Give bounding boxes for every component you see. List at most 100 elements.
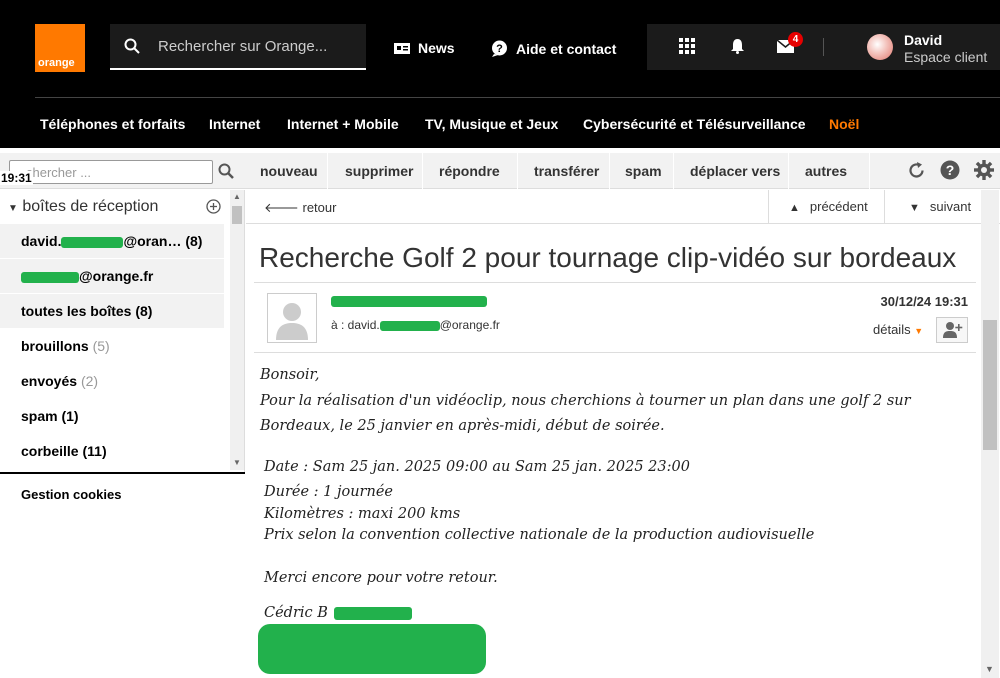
scroll-down-arrow-icon[interactable]: ▼ [985, 664, 994, 674]
gear-icon[interactable] [974, 160, 994, 180]
user-space-link[interactable]: Espace client [904, 49, 987, 65]
user-name[interactable]: David [904, 32, 942, 48]
orange-logo[interactable]: orange [35, 24, 85, 72]
spam-button[interactable]: spam [611, 153, 674, 189]
person-placeholder-icon [276, 303, 308, 340]
scroll-down-arrow-icon[interactable]: ▼ [233, 458, 241, 467]
folder-drafts[interactable]: brouillons (5) [0, 329, 224, 363]
nav-tv[interactable]: TV, Musique et Jeux [425, 116, 558, 132]
nav-noel[interactable]: Noël [829, 116, 859, 132]
chevron-up-icon: ▲ [789, 202, 800, 214]
divider [254, 352, 976, 353]
signature-redaction [334, 607, 412, 620]
next-label: suivant [929, 199, 972, 214]
help-bubble-icon: ? [492, 40, 507, 57]
mailbox-label-domain: @orange.fr [79, 268, 154, 284]
divider [35, 97, 1000, 98]
details-label: détails [873, 322, 911, 337]
nav-internet[interactable]: Internet [209, 116, 260, 132]
message-subject: Recherche Golf 2 pour tournage clip-vidé… [259, 242, 957, 273]
chevron-down-icon: ▼ [909, 202, 920, 214]
mailbox-david[interactable]: david. @oran… (8) [0, 224, 224, 258]
reply-button[interactable]: répondre [424, 153, 518, 189]
mailbox-label: david. [21, 233, 62, 249]
cookies-link[interactable]: Gestion cookies [21, 487, 121, 502]
delete-button[interactable]: supprimer [329, 153, 423, 189]
site-search-placeholder: Rechercher sur Orange... [158, 38, 328, 55]
body-line: Bordeaux, le 25 janvier en après-midi, d… [260, 418, 665, 434]
sidebar-scrollbar[interactable]: ▲ ▼ [230, 190, 244, 470]
inbox-section-header[interactable]: ▼ boîtes de réception [8, 198, 158, 216]
more-button[interactable]: autres [790, 153, 870, 189]
message-nav: 🡐 retour ▲ précédent ▼ suivant [246, 190, 1000, 224]
apps-grid-icon[interactable] [679, 38, 695, 54]
help-icon[interactable]: ? [940, 160, 960, 180]
redaction-bar [61, 236, 124, 248]
top-bar: orange Rechercher sur Orange... News ? A… [0, 0, 1000, 148]
divider [823, 38, 824, 56]
news-label: News [418, 40, 455, 56]
folder-count: (5) [92, 338, 110, 354]
add-contact-icon [943, 322, 963, 338]
nav-internet-mobile[interactable]: Internet + Mobile [287, 116, 399, 132]
inbox-section-title: boîtes de réception [22, 198, 159, 215]
back-button[interactable]: 🡐 retour [264, 200, 336, 216]
collapse-triangle-icon: ▼ [8, 203, 18, 214]
mail-search-placeholder: chercher ... [26, 165, 92, 180]
message-pane: 🡐 retour ▲ précédent ▼ suivant Recherche G… [246, 190, 1000, 678]
new-button[interactable]: nouveau [246, 153, 328, 189]
message-scrollbar[interactable]: ▼ [981, 190, 999, 678]
nav-phones[interactable]: Téléphones et forfaits [40, 116, 185, 132]
scroll-up-arrow-icon[interactable]: ▲ [233, 192, 241, 201]
back-arrow-icon: 🡐 [264, 200, 303, 215]
signature-name: Cédric B [264, 605, 328, 621]
bell-icon[interactable] [730, 38, 745, 54]
back-label: retour [302, 200, 337, 215]
mailbox-second[interactable]: @orange.fr [0, 259, 224, 293]
folder-sidebar: ▼ boîtes de réception david. @oran… (8) @… [0, 190, 245, 472]
body-line: Kilomètres : maxi 200 kms [264, 506, 461, 522]
search-icon[interactable] [218, 163, 234, 179]
svg-text:?: ? [946, 162, 955, 178]
nav-security[interactable]: Cybersécurité et Télésurveillance [583, 116, 806, 132]
sender-avatar [267, 293, 317, 343]
folder-trash[interactable]: corbeille (11) [0, 434, 224, 468]
redaction-bar [21, 271, 79, 283]
folder-label: spam [21, 408, 58, 424]
folder-count: (11) [82, 443, 107, 459]
sender-redaction [331, 296, 487, 307]
mailbox-count: (8) [185, 233, 203, 249]
refresh-icon[interactable] [907, 161, 926, 180]
recipient-prefix: à : david. [331, 318, 380, 332]
folder-sent[interactable]: envoyés (2) [0, 364, 224, 398]
body-line: Date : Sam 25 jan. 2025 09:00 au Sam 25 … [264, 459, 690, 475]
scrollbar-thumb[interactable] [983, 320, 997, 450]
folder-all-boxes[interactable]: toutes les boîtes (8) [0, 294, 224, 328]
logo-text: orange [38, 57, 75, 69]
news-link[interactable]: News [394, 40, 455, 56]
folder-label: brouillons [21, 338, 89, 354]
previous-button[interactable]: ▲ précédent [768, 190, 884, 224]
help-label: Aide et contact [516, 40, 617, 57]
mail-toolbar: chercher ... nouveau supprimer répondre … [0, 153, 1000, 189]
add-contact-button[interactable] [936, 317, 968, 343]
mail-count-badge: 4 [788, 32, 803, 47]
details-toggle[interactable]: détails ▼ [873, 322, 923, 337]
recipient-line: à : david. @orange.fr [331, 318, 500, 332]
add-mailbox-icon[interactable] [206, 199, 221, 214]
previous-label: précédent [809, 199, 868, 214]
folder-count: (1) [61, 408, 79, 424]
scrollbar-thumb[interactable] [232, 206, 242, 224]
help-link[interactable]: ? Aide et contact [491, 40, 616, 57]
body-line: Bonsoir, [260, 367, 320, 383]
search-icon [124, 38, 140, 54]
site-search[interactable]: Rechercher sur Orange... [110, 24, 366, 70]
move-to-button[interactable]: déplacer vers [675, 153, 789, 189]
message-date: 30/12/24 19:31 [880, 294, 968, 309]
forward-button[interactable]: transférer [519, 153, 610, 189]
folder-spam[interactable]: spam (1) [0, 399, 224, 433]
mail-search-input[interactable]: chercher ... [9, 160, 213, 184]
body-line: Durée : 1 journée [264, 484, 393, 500]
avatar[interactable] [867, 34, 893, 60]
signature-block-redaction [258, 624, 486, 674]
